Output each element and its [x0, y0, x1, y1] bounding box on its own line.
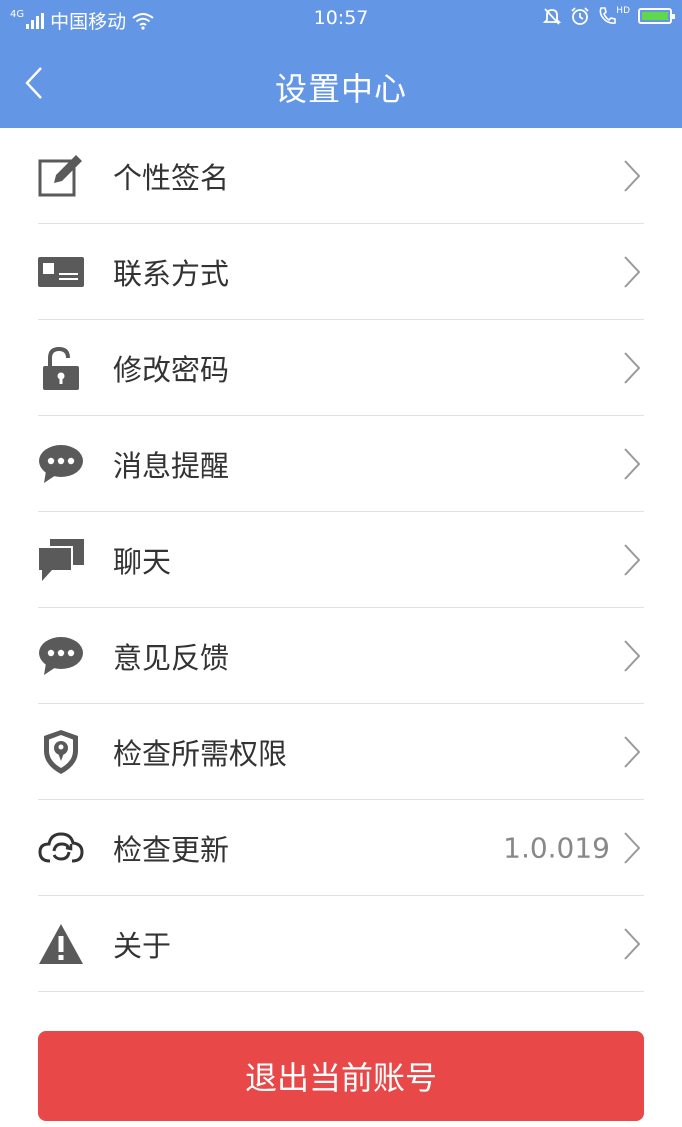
menu-item-signature[interactable]: 个性签名 [38, 128, 644, 224]
app-header: 4G 中国移动 10:57 HD 设置中心 [0, 0, 682, 128]
feedback-bubble-icon [38, 633, 84, 679]
message-bubble-icon [38, 441, 84, 487]
menu-item-check-update[interactable]: 检查更新 1.0.019 [38, 800, 644, 896]
menu-item-label: 个性签名 [113, 160, 230, 195]
menu-item-contact[interactable]: 联系方式 [38, 224, 644, 320]
menu-item-label: 聊天 [113, 544, 172, 579]
chevron-right-icon [624, 831, 641, 864]
menu-item-chat[interactable]: 聊天 [38, 512, 644, 608]
mute-bell-icon [543, 8, 562, 25]
chevron-right-icon [624, 159, 641, 192]
menu-item-feedback[interactable]: 意见反馈 [38, 608, 644, 704]
menu-item-permissions[interactable]: 检查所需权限 [38, 704, 644, 800]
page-title: 设置中心 [274, 70, 407, 108]
chevron-right-icon [624, 735, 641, 768]
version-value: 1.0.019 [503, 831, 610, 864]
menu-item-label: 关于 [113, 928, 172, 963]
hd-badge: HD [616, 6, 630, 16]
nav-bar: 设置中心 [0, 38, 682, 128]
chevron-right-icon [624, 639, 641, 672]
call-icon [599, 7, 617, 24]
chevron-right-icon [624, 543, 641, 576]
menu-item-change-password[interactable]: 修改密码 [38, 320, 644, 416]
menu-item-label: 修改密码 [113, 352, 230, 387]
status-bar: 4G 中国移动 10:57 HD [0, 0, 682, 38]
chevron-right-icon [624, 927, 641, 960]
unlock-icon [38, 345, 84, 391]
menu-item-about[interactable]: 关于 [38, 896, 644, 992]
edit-icon [38, 153, 84, 199]
menu-item-label: 联系方式 [113, 256, 230, 291]
menu-item-notifications[interactable]: 消息提醒 [38, 416, 644, 512]
battery-icon [638, 8, 675, 24]
chevron-right-icon [624, 447, 641, 480]
shield-icon [38, 729, 84, 775]
chevron-right-icon [624, 351, 641, 384]
logout-button[interactable]: 退出当前账号 [38, 1031, 644, 1121]
menu-item-label: 检查所需权限 [113, 736, 288, 771]
menu-item-label: 检查更新 [113, 832, 230, 867]
settings-list: 个性签名 联系方式 修改密码 消息提醒 聊天 意见反馈 检查所需权限 检查更新 … [0, 128, 682, 992]
contact-card-icon [38, 249, 84, 295]
menu-item-label: 消息提醒 [113, 448, 230, 483]
menu-item-label: 意见反馈 [113, 640, 230, 675]
alarm-icon [571, 7, 589, 25]
chat-icon [38, 537, 84, 583]
cloud-refresh-icon [38, 825, 84, 871]
warning-icon [38, 921, 84, 967]
chevron-right-icon [624, 255, 641, 288]
